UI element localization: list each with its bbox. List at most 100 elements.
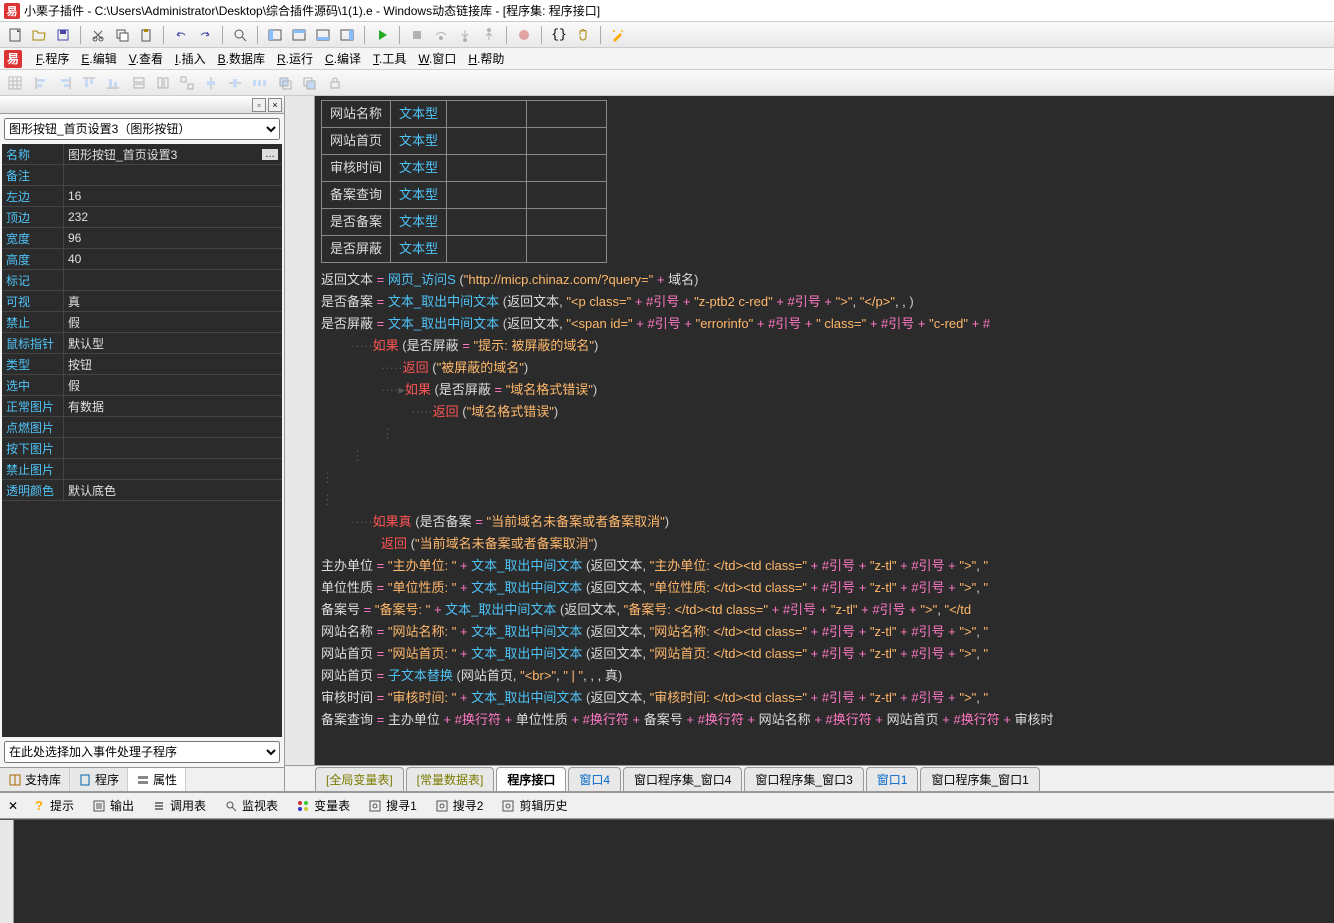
step-out-button[interactable] bbox=[478, 24, 500, 46]
prop-row[interactable]: 顶边232 bbox=[2, 207, 282, 228]
same-height-button[interactable] bbox=[152, 72, 174, 94]
event-selector[interactable]: 在此处选择加入事件处理子程序 bbox=[4, 741, 280, 763]
prop-row[interactable]: 选中假 bbox=[2, 375, 282, 396]
lock-button[interactable] bbox=[324, 72, 346, 94]
prop-value[interactable]: 真 bbox=[64, 291, 282, 311]
align-left-button[interactable] bbox=[30, 72, 52, 94]
menu-H.帮助[interactable]: H.帮助 bbox=[462, 48, 510, 69]
code-tab[interactable]: [常量数据表] bbox=[406, 767, 495, 791]
prop-value[interactable]: 232 bbox=[64, 207, 282, 227]
spacing-h-button[interactable] bbox=[248, 72, 270, 94]
prop-row[interactable]: 点燃图片 bbox=[2, 417, 282, 438]
wizard-button[interactable] bbox=[607, 24, 629, 46]
prop-value[interactable]: 假 bbox=[64, 375, 282, 395]
prop-row[interactable]: 禁止假 bbox=[2, 312, 282, 333]
prop-value[interactable]: 96 bbox=[64, 228, 282, 248]
prop-row[interactable]: 可视真 bbox=[2, 291, 282, 312]
bottom-tab-调用表[interactable]: 调用表 bbox=[144, 794, 214, 817]
align-top-button[interactable] bbox=[78, 72, 100, 94]
save-button[interactable] bbox=[52, 24, 74, 46]
prop-row[interactable]: 类型按钮 bbox=[2, 354, 282, 375]
prop-row[interactable]: 左边16 bbox=[2, 186, 282, 207]
grid-button[interactable] bbox=[4, 72, 26, 94]
prop-row[interactable]: 名称图形按钮_首页设置3… bbox=[2, 144, 282, 165]
prop-row[interactable]: 备注 bbox=[2, 165, 282, 186]
prop-value[interactable]: 40 bbox=[64, 249, 282, 269]
cut-button[interactable] bbox=[87, 24, 109, 46]
open-file-button[interactable] bbox=[28, 24, 50, 46]
prop-row[interactable]: 透明颜色默认底色 bbox=[2, 480, 282, 501]
hand-button[interactable] bbox=[572, 24, 594, 46]
bring-front-button[interactable] bbox=[274, 72, 296, 94]
layout-2-button[interactable] bbox=[288, 24, 310, 46]
code-tab[interactable]: 窗口4 bbox=[568, 767, 621, 791]
output-area[interactable] bbox=[0, 819, 1334, 923]
same-size-button[interactable] bbox=[176, 72, 198, 94]
paste-button[interactable] bbox=[135, 24, 157, 46]
stop-button[interactable] bbox=[406, 24, 428, 46]
new-file-button[interactable] bbox=[4, 24, 26, 46]
step-over-button[interactable] bbox=[430, 24, 452, 46]
prop-value[interactable]: 有数据 bbox=[64, 396, 282, 416]
code-tab[interactable]: 程序接口 bbox=[496, 767, 566, 791]
code-editor[interactable]: 网站名称文本型网站首页文本型审核时间文本型备案查询文本型是否备案文本型是否屏蔽文… bbox=[285, 96, 1334, 791]
layout-4-button[interactable] bbox=[336, 24, 358, 46]
undo-button[interactable] bbox=[170, 24, 192, 46]
prop-value[interactable]: 默认底色 bbox=[64, 480, 282, 500]
prop-value[interactable] bbox=[64, 270, 282, 290]
property-grid[interactable]: 名称图形按钮_首页设置3…备注左边16顶边232宽度96高度40标记可视真禁止假… bbox=[2, 144, 282, 737]
menu-I.插入[interactable]: I.插入 bbox=[169, 48, 212, 69]
menu-F.程序[interactable]: F.程序 bbox=[30, 48, 75, 69]
center-v-button[interactable] bbox=[224, 72, 246, 94]
bottom-tab-输出[interactable]: 输出 bbox=[84, 794, 142, 817]
redo-button[interactable] bbox=[194, 24, 216, 46]
breakpoint-button[interactable] bbox=[513, 24, 535, 46]
bottom-tab-监视表[interactable]: 监视表 bbox=[216, 794, 286, 817]
menu-C.编译[interactable]: C.编译 bbox=[319, 48, 367, 69]
panel-tab-属性[interactable]: 属性 bbox=[128, 768, 186, 791]
layout-3-button[interactable] bbox=[312, 24, 334, 46]
prop-row[interactable]: 鼠标指针默认型 bbox=[2, 333, 282, 354]
code-tab[interactable]: 窗口程序集_窗口4 bbox=[623, 767, 742, 791]
braces-button[interactable]: {} bbox=[548, 24, 570, 46]
prop-value[interactable]: 默认型 bbox=[64, 333, 282, 353]
prop-value[interactable]: 按钮 bbox=[64, 354, 282, 374]
prop-row[interactable]: 宽度96 bbox=[2, 228, 282, 249]
prop-edit-button[interactable]: … bbox=[262, 149, 278, 160]
menu-R.运行[interactable]: R.运行 bbox=[271, 48, 319, 69]
run-button[interactable] bbox=[371, 24, 393, 46]
object-selector[interactable]: 图形按钮_首页设置3（图形按钮） bbox=[4, 118, 280, 140]
menu-V.查看[interactable]: V.查看 bbox=[123, 48, 169, 69]
align-right-button[interactable] bbox=[54, 72, 76, 94]
prop-row[interactable]: 按下图片 bbox=[2, 438, 282, 459]
prop-row[interactable]: 禁止图片 bbox=[2, 459, 282, 480]
bottom-tab-剪辑历史[interactable]: 剪辑历史 bbox=[493, 794, 575, 817]
panel-pin-button[interactable]: ▫ bbox=[252, 98, 266, 112]
prop-value[interactable] bbox=[64, 165, 282, 185]
prop-value[interactable] bbox=[64, 459, 282, 479]
bottom-tab-变量表[interactable]: 变量表 bbox=[288, 794, 358, 817]
find-button[interactable] bbox=[229, 24, 251, 46]
code-tab[interactable]: 窗口程序集_窗口3 bbox=[744, 767, 863, 791]
code-tab[interactable]: 窗口程序集_窗口1 bbox=[920, 767, 1039, 791]
menu-W.窗口[interactable]: W.窗口 bbox=[412, 48, 462, 69]
send-back-button[interactable] bbox=[298, 72, 320, 94]
menu-B.数据库[interactable]: B.数据库 bbox=[212, 48, 271, 69]
prop-value[interactable]: 16 bbox=[64, 186, 282, 206]
code-tab[interactable]: [全局变量表] bbox=[315, 767, 404, 791]
panel-close-button[interactable]: × bbox=[268, 98, 282, 112]
prop-value[interactable] bbox=[64, 438, 282, 458]
prop-row[interactable]: 标记 bbox=[2, 270, 282, 291]
prop-value[interactable]: 假 bbox=[64, 312, 282, 332]
prop-row[interactable]: 正常图片有数据 bbox=[2, 396, 282, 417]
layout-1-button[interactable] bbox=[264, 24, 286, 46]
step-into-button[interactable] bbox=[454, 24, 476, 46]
copy-button[interactable] bbox=[111, 24, 133, 46]
panel-tab-程序[interactable]: 程序 bbox=[70, 768, 128, 791]
panel-tab-支持库[interactable]: 支持库 bbox=[0, 768, 70, 791]
bottom-tab-提示[interactable]: ?提示 bbox=[24, 794, 82, 817]
bottom-close-button[interactable]: ✕ bbox=[4, 796, 22, 816]
align-bottom-button[interactable] bbox=[102, 72, 124, 94]
bottom-tab-搜寻2[interactable]: 搜寻2 bbox=[427, 794, 492, 817]
same-width-button[interactable] bbox=[128, 72, 150, 94]
